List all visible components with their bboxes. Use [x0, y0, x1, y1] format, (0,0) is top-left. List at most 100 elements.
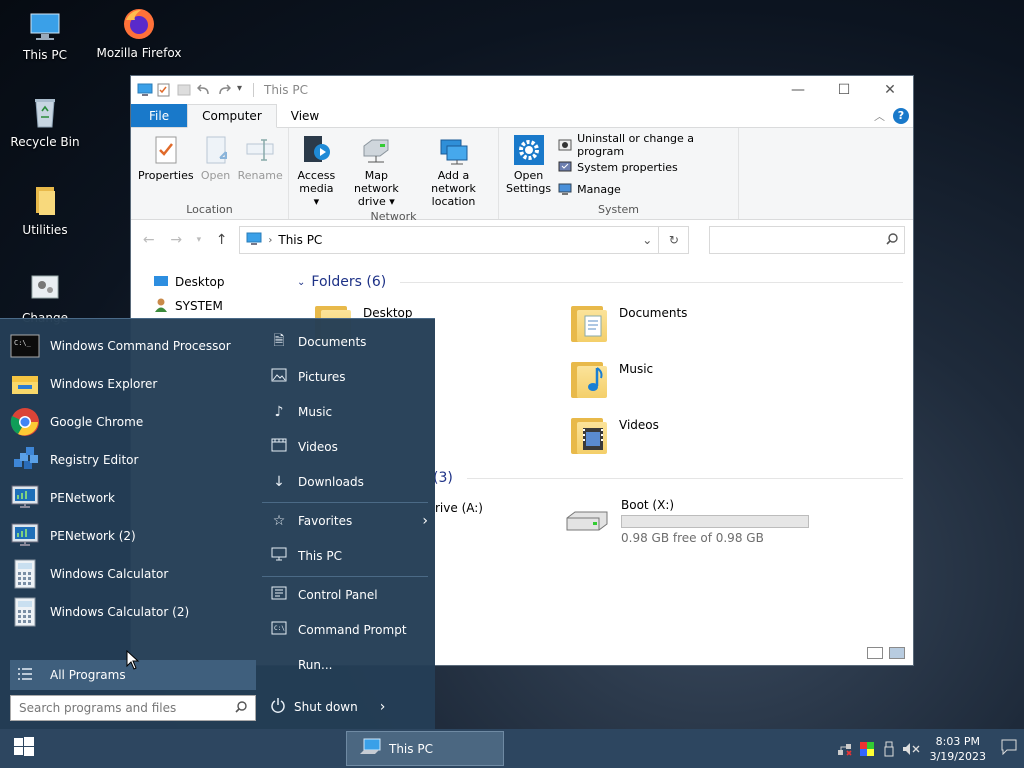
place-this-pc[interactable]: This PC	[270, 541, 428, 571]
properties-check-icon[interactable]	[157, 83, 171, 97]
folders-group-header[interactable]: ⌄ Folders (6)	[289, 270, 913, 294]
volume-muted-icon[interactable]	[900, 741, 922, 757]
details-view-icon[interactable]	[867, 647, 883, 659]
minimize-button[interactable]: —	[775, 76, 821, 104]
system-properties-icon	[558, 160, 572, 174]
taskbar-app-this-pc[interactable]: This PC	[346, 731, 504, 766]
manage-button[interactable]: Manage	[558, 178, 734, 200]
large-icons-view-icon[interactable]	[889, 647, 905, 659]
tab-view[interactable]: View	[277, 104, 333, 127]
program-penetwork[interactable]: PENetwork	[10, 480, 255, 516]
rename-button[interactable]: Rename	[235, 132, 286, 203]
shutdown-options-chevron-icon[interactable]: ›	[380, 699, 386, 715]
up-arrow-icon[interactable]: ↑	[212, 232, 232, 248]
tab-computer[interactable]: Computer	[187, 104, 277, 128]
undo-icon[interactable]	[196, 83, 211, 97]
access-media-button[interactable]: Access media ▾	[293, 132, 340, 210]
drive-boot[interactable]: Boot (X:) 0.98 GB free of 0.98 GB	[563, 498, 809, 545]
network-status-icon[interactable]	[834, 741, 856, 757]
shutdown-label: Shut down	[294, 699, 358, 714]
place-pictures[interactable]: Pictures	[270, 362, 428, 392]
nav-item-desktop[interactable]: Desktop	[131, 270, 281, 294]
drive-a-label[interactable]: rive (A:)	[435, 501, 483, 515]
ribbon-collapse-icon[interactable]: ︿	[874, 108, 885, 124]
quick-access-toolbar: ▾	[137, 83, 254, 97]
devices-group-header[interactable]: (3)	[433, 466, 913, 490]
folder-music[interactable]: Music	[569, 358, 653, 398]
system-properties-label: System properties	[577, 160, 678, 174]
folder-videos[interactable]: Videos	[569, 414, 659, 454]
uninstall-program-button[interactable]: Uninstall or change a program	[558, 132, 734, 158]
system-small-buttons: Uninstall or change a program System pro…	[554, 132, 734, 203]
place-music[interactable]: ♪ Music	[270, 397, 428, 427]
program-regedit[interactable]: Registry Editor	[10, 442, 255, 478]
display-color-icon[interactable]	[856, 741, 878, 757]
start-button[interactable]	[0, 729, 48, 768]
program-explorer[interactable]: Windows Explorer	[10, 366, 255, 402]
mouse-cursor-icon	[126, 649, 140, 673]
breadcrumb-path[interactable]: This PC	[278, 233, 322, 247]
address-dropdown-icon[interactable]: ⌄	[642, 233, 652, 247]
place-videos[interactable]: Videos	[270, 432, 428, 462]
new-folder-icon[interactable]	[177, 83, 191, 97]
map-network-drive-button[interactable]: Map network drive ▾	[340, 132, 413, 210]
desktop-icon-label: Recycle Bin	[10, 135, 80, 149]
place-run[interactable]: Run...	[270, 650, 428, 680]
shutdown-button[interactable]: Shut down ›	[270, 697, 385, 716]
program-cmd[interactable]: C:\_ Windows Command Processor	[10, 328, 255, 364]
nav-item-system[interactable]: SYSTEM	[131, 294, 281, 318]
computer-management-icon	[558, 182, 572, 196]
redo-icon[interactable]	[217, 83, 232, 97]
start-search-input[interactable]: Search programs and files	[10, 695, 256, 721]
desktop-icon-label: Mozilla Firefox	[96, 46, 182, 60]
program-chrome[interactable]: Google Chrome	[10, 404, 255, 440]
desktop-icon-change[interactable]: Change	[0, 271, 90, 325]
place-label: Videos	[298, 440, 338, 454]
group-label: System	[597, 203, 640, 216]
program-calculator-2[interactable]: Windows Calculator (2)	[10, 594, 255, 630]
address-bar[interactable]: › This PC ⌄	[239, 226, 660, 254]
place-control-panel[interactable]: Control Panel	[270, 580, 428, 610]
tab-file[interactable]: File	[131, 104, 188, 127]
place-command-prompt[interactable]: C:\ Command Prompt	[270, 615, 428, 645]
notifications-button[interactable]	[994, 739, 1024, 758]
add-network-location-button[interactable]: Add a network location	[413, 132, 494, 210]
add-location-label-2: location	[431, 195, 476, 208]
nav-label: Desktop	[175, 275, 225, 289]
program-penetwork-2[interactable]: PENetwork (2)	[10, 518, 255, 554]
address-group: › This PC ⌄ ↻	[239, 226, 690, 254]
forward-arrow-icon[interactable]: →	[167, 232, 187, 248]
desktop-icon-this-pc[interactable]: This PC	[0, 8, 90, 62]
header-rule	[400, 281, 903, 283]
clock[interactable]: 8:03 PM 3/19/2023	[922, 734, 994, 764]
place-documents[interactable]: 🗎 Documents	[270, 327, 428, 357]
help-icon[interactable]: ?	[893, 108, 909, 124]
desktop-icon-firefox[interactable]: Mozilla Firefox	[94, 6, 184, 60]
recent-caret-icon[interactable]: ▾	[194, 235, 204, 245]
back-arrow-icon[interactable]: ←	[139, 232, 159, 248]
clock-time: 8:03 PM	[935, 734, 980, 748]
network-drive-icon	[360, 134, 392, 166]
search-icon	[235, 700, 247, 716]
search-input[interactable]	[709, 226, 905, 254]
monitor-icon	[27, 8, 63, 44]
properties-button[interactable]: Properties	[135, 132, 197, 203]
explorer-icon	[10, 369, 40, 399]
close-button[interactable]: ✕	[867, 76, 913, 104]
desktop-icon-utilities[interactable]: Utilities	[0, 183, 90, 237]
open-settings-button[interactable]: Open Settings	[503, 132, 554, 203]
system-properties-button[interactable]: System properties	[558, 156, 734, 178]
folder-documents[interactable]: Documents	[569, 302, 687, 342]
maximize-button[interactable]: ☐	[821, 76, 867, 104]
place-label: Favorites	[298, 514, 353, 528]
place-favorites[interactable]: ☆ Favorites ›	[270, 506, 428, 536]
customize-qa-caret-icon[interactable]: ▾	[237, 83, 247, 97]
program-calculator[interactable]: Windows Calculator	[10, 556, 255, 592]
refresh-button[interactable]: ↻	[659, 226, 690, 254]
open-button[interactable]: Open	[197, 132, 235, 203]
desktop-icon-recycle-bin[interactable]: Recycle Bin	[0, 95, 90, 149]
pictures-icon	[270, 368, 288, 386]
breadcrumb-chevron-icon[interactable]: ›	[268, 235, 272, 246]
place-downloads[interactable]: ↓ Downloads	[270, 467, 428, 497]
usb-device-icon[interactable]	[878, 741, 900, 757]
